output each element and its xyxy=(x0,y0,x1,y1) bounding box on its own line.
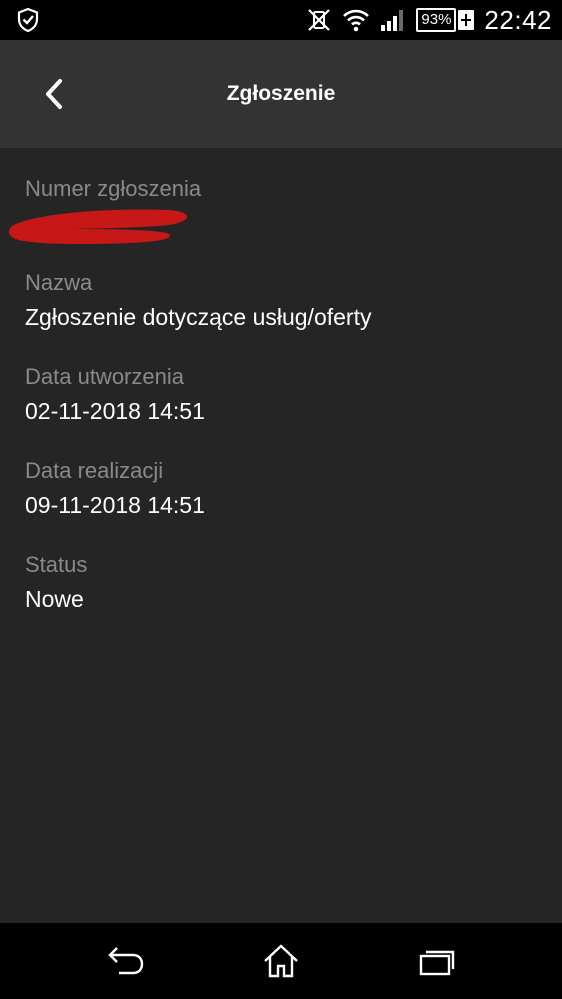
wifi-icon xyxy=(343,9,370,32)
field-status: Status Nowe xyxy=(25,524,545,618)
app-bar: Zgłoszenie xyxy=(0,40,562,148)
screen: 93% 22:42 Zgłoszenie Numer zgłoszenia Na… xyxy=(0,0,562,999)
vibrate-off-icon xyxy=(308,9,331,31)
field-completion-date: Data realizacji 09-11-2018 14:51 xyxy=(25,430,545,524)
shield-check-icon xyxy=(17,7,39,33)
navigation-bar xyxy=(0,923,562,999)
nav-home-button[interactable] xyxy=(251,937,311,985)
field-value: 09-11-2018 14:51 xyxy=(25,492,205,518)
signal-icon xyxy=(381,10,404,31)
battery-indicator: 93% xyxy=(416,8,475,32)
status-time: 22:42 xyxy=(484,4,552,35)
field-label: Status xyxy=(25,552,88,577)
recent-apps-icon xyxy=(419,950,455,976)
status-bar: 93% 22:42 xyxy=(0,0,562,40)
field-value: 02-11-2018 14:51 xyxy=(25,398,205,424)
chevron-left-icon xyxy=(46,79,62,109)
home-icon xyxy=(264,944,298,978)
field-value: Nowe xyxy=(25,586,84,612)
back-arrow-icon xyxy=(108,947,144,975)
field-name: Nazwa Zgłoszenie dotyczące usług/oferty xyxy=(25,242,545,336)
ticket-details: Numer zgłoszenia Nazwa Zgłoszenie dotycz… xyxy=(9,148,545,618)
back-button[interactable] xyxy=(24,62,84,126)
field-label: Data utworzenia xyxy=(25,364,184,389)
field-label: Nazwa xyxy=(25,270,93,295)
field-label: Numer zgłoszenia xyxy=(25,176,202,201)
field-value: Zgłoszenie dotyczące usług/oferty xyxy=(25,304,372,330)
nav-recent-apps-button[interactable] xyxy=(407,937,467,985)
field-label: Data realizacji xyxy=(25,458,164,483)
nav-back-button[interactable] xyxy=(95,937,155,985)
field-created-date: Data utworzenia 02-11-2018 14:51 xyxy=(25,336,545,430)
status-icons: 93% 22:42 xyxy=(296,0,552,40)
charging-icon xyxy=(458,10,475,30)
battery-percent: 93% xyxy=(416,8,457,32)
page-title: Zgłoszenie xyxy=(226,82,336,105)
field-ticket-number: Numer zgłoszenia xyxy=(9,148,545,244)
